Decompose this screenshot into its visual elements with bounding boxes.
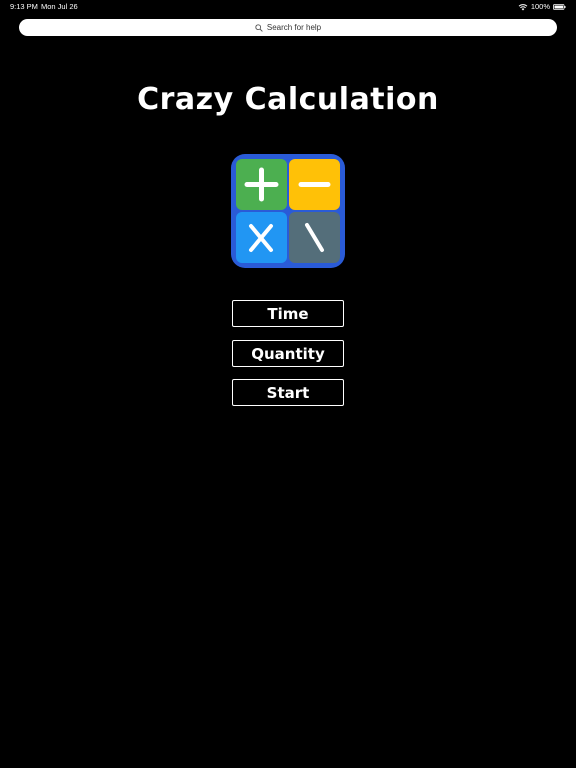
status-indicators: 100% bbox=[518, 2, 566, 11]
wifi-icon bbox=[518, 3, 528, 10]
battery-percentage: 100% bbox=[530, 2, 550, 11]
app-screen: 9:13 PM Mon Jul 26 100% Search for help … bbox=[0, 0, 576, 768]
calculator-logo-icon bbox=[231, 154, 345, 268]
search-bar[interactable]: Search for help bbox=[19, 19, 557, 36]
start-button[interactable]: Start bbox=[232, 379, 344, 406]
search-placeholder: Search for help bbox=[266, 23, 322, 32]
search-icon bbox=[255, 23, 263, 32]
status-date: Mon Jul 26 bbox=[41, 2, 78, 11]
status-bar: 9:13 PM Mon Jul 26 100% bbox=[0, 0, 576, 14]
time-button[interactable]: Time bbox=[232, 300, 344, 327]
battery-icon bbox=[553, 3, 566, 10]
status-time: 9:13 PM bbox=[10, 2, 38, 11]
app-title: Crazy Calculation bbox=[137, 82, 439, 117]
quantity-button[interactable]: Quantity bbox=[232, 340, 344, 367]
